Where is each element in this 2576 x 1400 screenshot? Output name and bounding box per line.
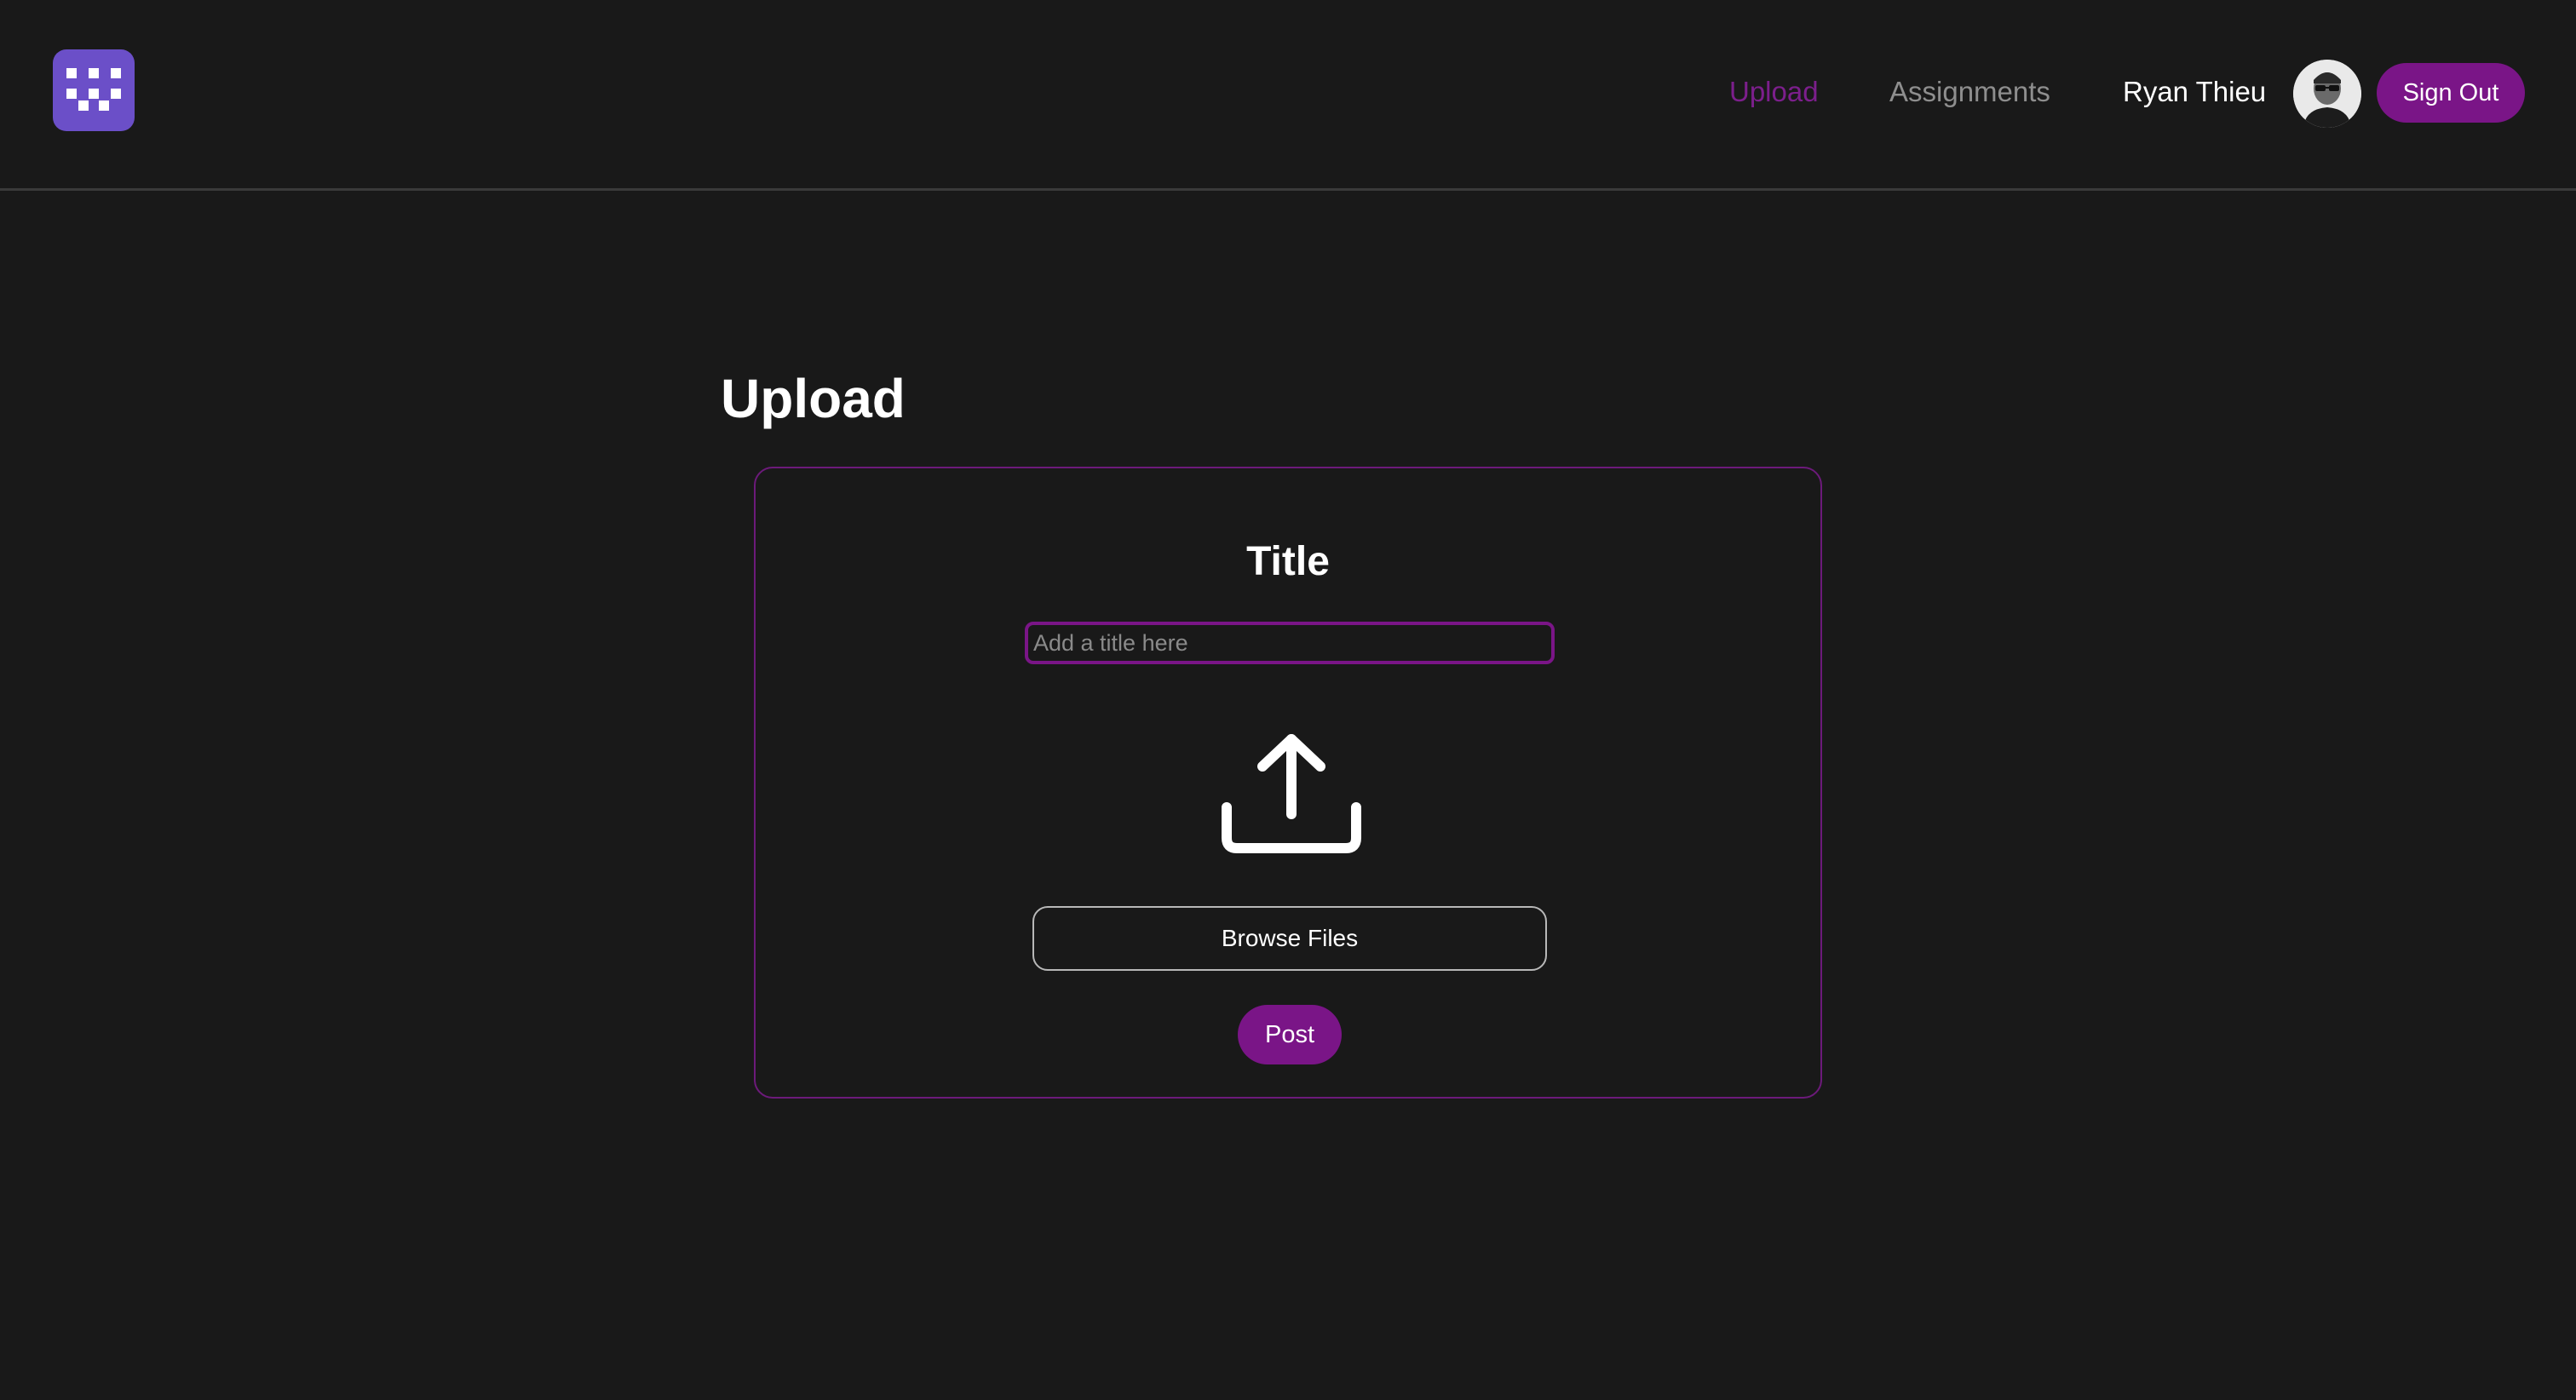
nav-link-upload[interactable]: Upload [1729, 75, 1819, 109]
top-nav-bar: Upload Assignments Ryan Thieu Sign Out [0, 0, 2576, 191]
post-button[interactable]: Post [1238, 1005, 1342, 1064]
title-field-label: Title [1246, 539, 1330, 584]
logo-pixel [111, 68, 121, 78]
logo-pixel [99, 100, 109, 111]
browse-files-button[interactable]: Browse Files [1032, 906, 1547, 971]
logo-pixel [111, 89, 121, 99]
logo-pixel [66, 89, 77, 99]
upload-icon[interactable] [1220, 732, 1363, 855]
sign-out-button[interactable]: Sign Out [2377, 63, 2525, 123]
avatar-icon [2293, 60, 2361, 128]
user-name: Ryan Thieu [2123, 76, 2267, 107]
nav-link-assignments[interactable]: Assignments [1889, 75, 2050, 109]
logo-pixel [89, 89, 99, 99]
avatar[interactable] [2293, 60, 2361, 128]
logo-pixel [78, 100, 89, 111]
upload-card: Title Browse Files Post [754, 467, 1822, 1099]
logo-pixel [66, 68, 77, 78]
logo-pixel [89, 68, 99, 78]
title-input[interactable] [1025, 622, 1555, 664]
app-logo[interactable] [53, 49, 135, 131]
page-title: Upload [721, 368, 906, 429]
